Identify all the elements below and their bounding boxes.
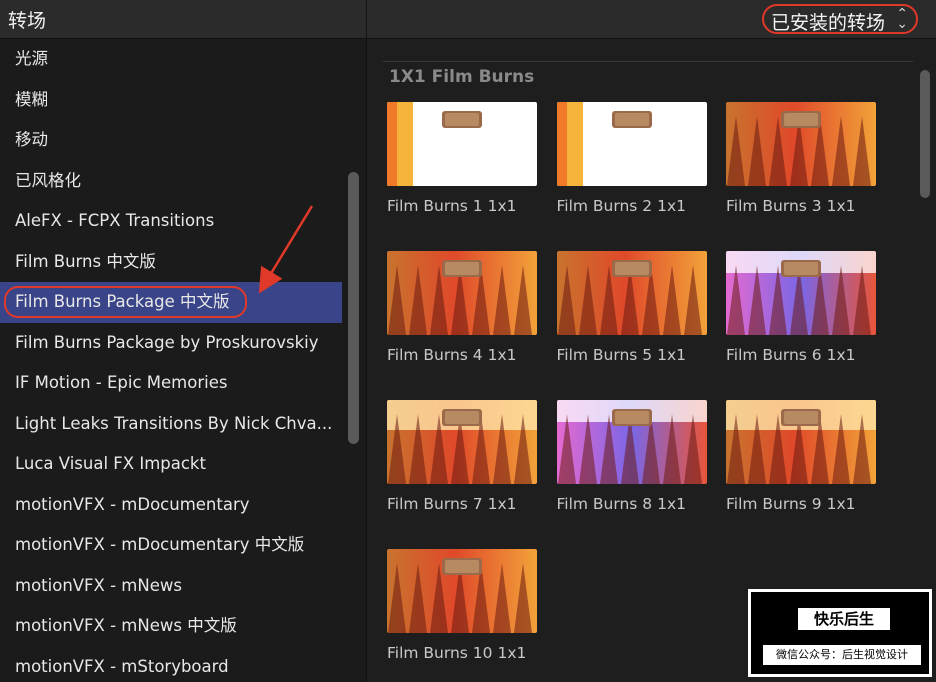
sidebar-item[interactable]: Film Burns Package by Proskurovskiy <box>0 323 366 364</box>
sidebar-item-label: 模糊 <box>15 89 48 109</box>
sidebar-item[interactable]: motionVFX - mNews 中文版 <box>0 606 366 647</box>
watermark-badge: 快乐后生 微信公众号：后生视觉设计 <box>748 589 932 677</box>
sidebar-item-label: Film Burns Package 中文版 <box>15 292 230 311</box>
grid-scrollbar[interactable] <box>920 70 930 198</box>
sidebar-item[interactable]: 模糊 <box>0 80 366 121</box>
transition-label: Film Burns 3 1x1 <box>726 197 856 215</box>
transition-label: Film Burns 7 1x1 <box>387 495 517 513</box>
sidebar-item-label: Luca Visual FX Impackt <box>15 454 206 473</box>
transition-tile[interactable]: Film Burns 9 1x1 <box>726 400 878 513</box>
sidebar-item[interactable]: motionVFX - mDocumentary <box>0 485 366 526</box>
transition-tile[interactable]: Film Burns 6 1x1 <box>726 251 878 364</box>
sidebar-item-label: motionVFX - mNews <box>15 575 182 595</box>
transitions-grid: 1X1 Film Burns Film Burns 1 1x1 Film Burn… <box>367 39 936 682</box>
transition-label: Film Burns 2 1x1 <box>556 197 687 215</box>
section-divider <box>383 61 913 62</box>
transition-tile[interactable]: Film Burns 1 1x1 <box>387 102 539 215</box>
sidebar-item[interactable]: motionVFX - mNews <box>0 566 366 607</box>
transition-label: Film Burns 9 1x1 <box>726 495 856 513</box>
sidebar-item[interactable]: 移动 <box>0 120 366 161</box>
transition-thumbnail <box>387 251 537 335</box>
transition-thumbnail <box>556 400 707 484</box>
sidebar-item-label: Light Leaks Transitions By Nick Chva... <box>15 413 333 433</box>
transition-label: Film Burns 4 1x1 <box>387 346 517 364</box>
transition-label: Film Burns 8 1x1 <box>556 495 687 513</box>
transition-label: Film Burns 6 1x1 <box>726 346 856 364</box>
browser-header: 转场 已安装的转场 ⌃ ⌄ <box>0 0 936 39</box>
sidebar-item[interactable]: IF Motion - Epic Memories <box>0 363 366 404</box>
transition-tile[interactable]: Film Burns 2 1x1 <box>556 102 709 215</box>
transition-tile[interactable]: Film Burns 5 1x1 <box>556 251 709 364</box>
sidebar-item-label: motionVFX - mNews 中文版 <box>15 616 237 635</box>
transition-thumbnail <box>387 102 537 186</box>
transition-thumbnail <box>556 102 707 186</box>
sidebar-item-label: 移动 <box>15 130 48 149</box>
transition-thumbnail <box>556 251 707 335</box>
sidebar-item[interactable]: motionVFX - mDocumentary 中文版 <box>0 525 366 566</box>
sidebar-item-label: motionVFX - mDocumentary 中文版 <box>15 535 305 554</box>
transition-thumbnail <box>387 400 537 484</box>
dropdown-label: 已安装的转场 <box>771 12 886 34</box>
sidebar-item[interactable]: 已风格化 <box>0 161 366 202</box>
category-list: 光源模糊移动已风格化 AleFX - FCPX Transitions Film B… <box>0 39 366 682</box>
sidebar-item-label: 光源 <box>15 49 48 68</box>
transition-thumbnail <box>726 102 876 186</box>
sidebar-item-label: 已风格化 <box>15 170 81 190</box>
sidebar-item-label: Film Burns Package by Proskurovskiy <box>15 332 319 352</box>
category-sidebar[interactable]: 光源模糊移动已风格化 AleFX - FCPX Transitions Film B… <box>0 39 367 682</box>
sidebar-item[interactable]: 光源 <box>0 39 366 80</box>
header-divider <box>366 0 367 38</box>
transition-tile[interactable]: Film Burns 3 1x1 <box>726 102 878 215</box>
transition-label: Film Burns 5 1x1 <box>556 346 687 364</box>
transition-thumbnail <box>726 400 876 484</box>
sidebar-item-label: Film Burns 中文版 <box>15 251 156 271</box>
transition-tile[interactable]: Film Burns 7 1x1 <box>387 400 539 513</box>
sidebar-item-label: motionVFX - mStoryboard <box>15 656 229 676</box>
sidebar-scrollbar[interactable] <box>348 172 359 444</box>
chevron-up-down-icon: ⌃ ⌄ <box>896 6 908 32</box>
sidebar-item-label: motionVFX - mDocumentary <box>15 494 250 514</box>
transition-tile[interactable]: Film Burns 8 1x1 <box>556 400 709 513</box>
transition-label: Film Burns 1 1x1 <box>387 197 517 215</box>
section-title: 1X1 Film Burns <box>389 67 535 87</box>
sidebar-item-label: AleFX - FCPX Transitions <box>15 211 215 230</box>
transition-label: Film Burns 10 1x1 <box>387 644 527 662</box>
sidebar-item[interactable]: Light Leaks Transitions By Nick Chva... <box>0 404 366 445</box>
installed-transitions-dropdown[interactable]: 已安装的转场 ⌃ ⌄ <box>762 4 918 34</box>
sidebar-item[interactable]: Film Burns 中文版 <box>0 242 366 283</box>
watermark-subtitle: 微信公众号：后生视觉设计 <box>763 645 921 665</box>
sidebar-item[interactable]: Luca Visual FX Impackt <box>0 444 366 485</box>
transition-thumbnail <box>387 549 537 633</box>
transition-thumbnail <box>726 251 876 335</box>
sidebar-item[interactable]: motionVFX - mStoryboard <box>0 647 366 682</box>
sidebar-item[interactable]: AleFX - FCPX Transitions <box>0 201 366 242</box>
panel-title: 转场 <box>8 10 47 32</box>
sidebar-item-label: IF Motion - Epic Memories <box>15 373 228 392</box>
transition-tile[interactable]: Film Burns 10 1x1 <box>387 549 539 662</box>
watermark-title: 快乐后生 <box>798 608 890 630</box>
transition-tile[interactable]: Film Burns 4 1x1 <box>387 251 539 364</box>
sidebar-item[interactable]: Film Burns Package 中文版 <box>0 282 342 323</box>
